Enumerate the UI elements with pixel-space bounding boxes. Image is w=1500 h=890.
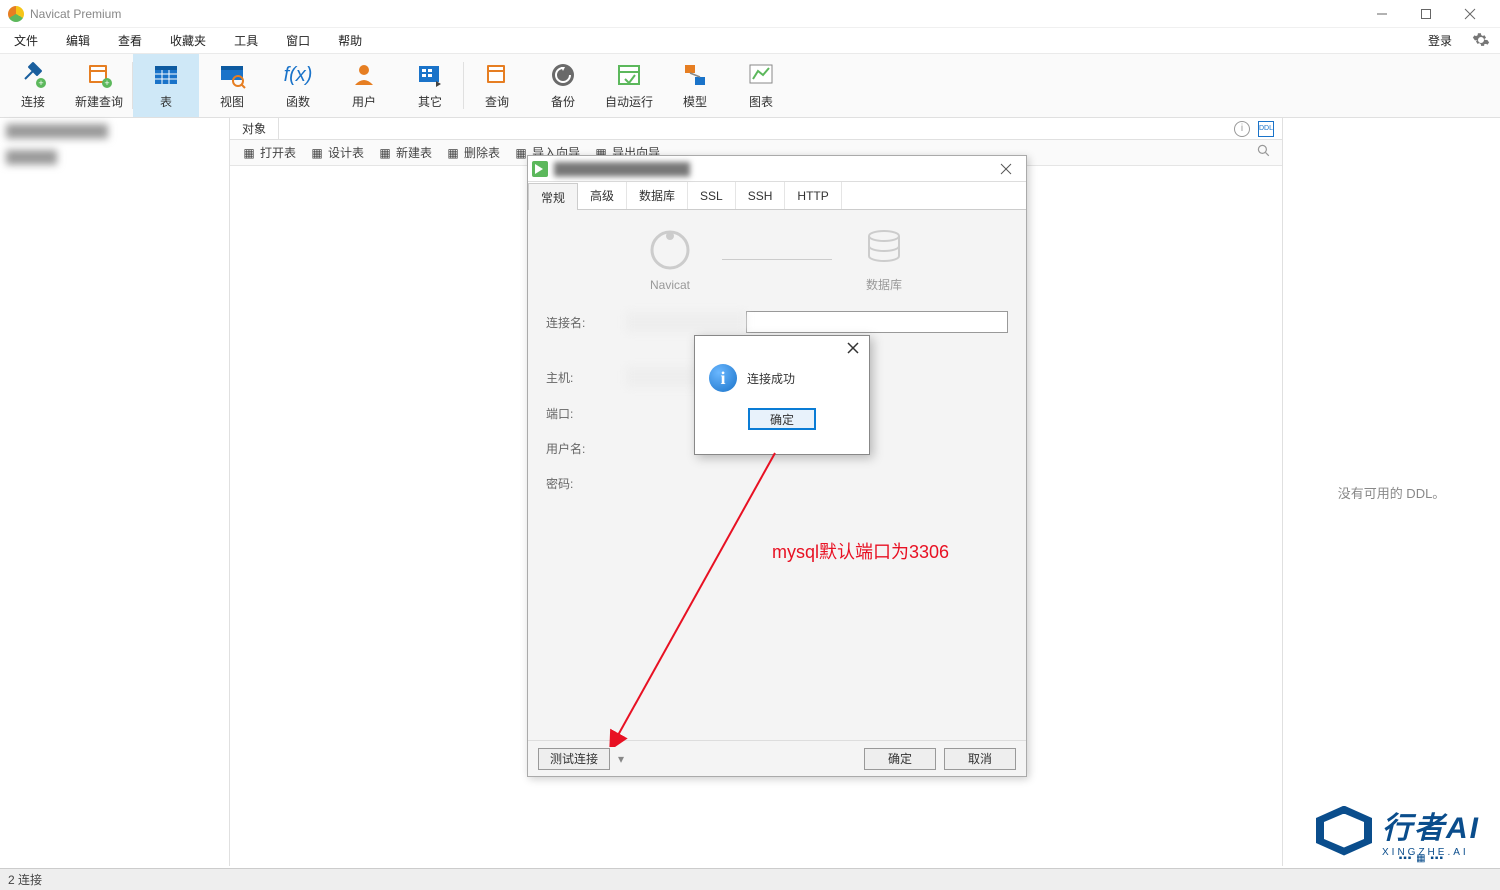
dialog-cancel-button[interactable]: 取消	[944, 748, 1016, 770]
close-button[interactable]	[1448, 0, 1492, 28]
watermark-logo-icon	[1316, 806, 1372, 856]
menubar: 文件 编辑 查看 收藏夹 工具 窗口 帮助 登录	[0, 28, 1500, 54]
dtab-general[interactable]: 常规	[528, 183, 578, 210]
navicat-app-icon: Navicat	[648, 228, 692, 292]
label-port: 端口:	[546, 405, 626, 422]
search-icon[interactable]	[1256, 143, 1276, 163]
tb-auto[interactable]: 自动运行	[596, 54, 662, 117]
dtab-http[interactable]: HTTP	[785, 182, 841, 209]
connection-tree[interactable]: ████████████ ██████	[0, 118, 230, 866]
backup-icon	[549, 61, 577, 89]
titlebar: Navicat Premium	[0, 0, 1500, 28]
delete-table-icon: ▦	[446, 146, 460, 160]
ddl-icon[interactable]: DDL	[1258, 121, 1274, 137]
annotation-text: mysql默认端口为3306	[772, 538, 949, 564]
model-icon	[681, 61, 709, 89]
tb-view[interactable]: 视图	[199, 54, 265, 117]
watermark-main: 行者AI	[1382, 803, 1480, 847]
label-user: 用户名:	[546, 440, 626, 457]
tb-table[interactable]: 表	[133, 54, 199, 117]
tb-query[interactable]: 查询	[464, 54, 530, 117]
test-connection-button[interactable]: 测试连接	[538, 748, 610, 770]
newquery-icon: +	[85, 61, 113, 89]
object-tabbar: 对象 i DDL	[230, 118, 1282, 140]
svg-text:f(x): f(x)	[284, 64, 312, 86]
plug-icon: +	[19, 61, 47, 89]
info-icon[interactable]: i	[1234, 121, 1250, 137]
tb-other[interactable]: 其它	[397, 54, 463, 117]
dtab-ssh[interactable]: SSH	[736, 182, 786, 209]
dialog-titlebar: ████████████████	[528, 156, 1026, 182]
maximize-button[interactable]	[1404, 0, 1448, 28]
statusbar: 2 连接	[0, 868, 1500, 890]
auto-icon	[615, 61, 643, 89]
menu-view[interactable]: 查看	[104, 28, 156, 53]
watermark-pattern: ▪▪▪ ▦ ▪▪▪	[1399, 853, 1444, 864]
svg-text:+: +	[38, 78, 43, 88]
database-icon: 数据库	[862, 226, 906, 293]
menu-edit[interactable]: 编辑	[52, 28, 104, 53]
input-connection-name[interactable]	[746, 311, 1008, 333]
minimize-button[interactable]	[1360, 0, 1404, 28]
design-table-icon: ▦	[310, 146, 324, 160]
msgbox-close-button[interactable]	[843, 338, 863, 358]
app-logo-icon	[8, 6, 24, 22]
dtab-ssl[interactable]: SSL	[688, 182, 736, 209]
other-icon	[416, 61, 444, 89]
login-link[interactable]: 登录	[1414, 32, 1466, 49]
ddl-empty-text: 没有可用的 DDL。	[1338, 483, 1446, 502]
menu-favorites[interactable]: 收藏夹	[156, 28, 220, 53]
label-host: 主机:	[546, 369, 626, 386]
msgbox-success: i 连接成功 确定	[694, 335, 870, 455]
blurred-value	[626, 312, 746, 332]
ddl-panel: 没有可用的 DDL。	[1282, 118, 1500, 866]
connection-dialog: ████████████████ 常规 高级 数据库 SSL SSH HTTP …	[527, 155, 1027, 777]
blurred-dialog-title: ████████████████	[554, 162, 690, 176]
menu-file[interactable]: 文件	[0, 28, 52, 53]
gear-icon[interactable]	[1472, 31, 1492, 51]
new-table-icon: ▦	[378, 146, 392, 160]
menu-help[interactable]: 帮助	[324, 28, 376, 53]
chart-icon	[747, 61, 775, 89]
main-toolbar: +连接 +新建查询 表 视图 f(x)函数 用户 其它 查询 备份 自动运行 模…	[0, 54, 1500, 118]
tb-user[interactable]: 用户	[331, 54, 397, 117]
dialog-close-button[interactable]	[990, 159, 1022, 179]
menu-window[interactable]: 窗口	[272, 28, 324, 53]
import-icon: ▦	[514, 146, 528, 160]
query-icon	[483, 61, 511, 89]
tb-chart[interactable]: 图表	[728, 54, 794, 117]
dtab-advanced[interactable]: 高级	[578, 182, 627, 209]
object-tab[interactable]: 对象	[230, 118, 279, 139]
view-icon	[218, 61, 246, 89]
tb-model[interactable]: 模型	[662, 54, 728, 117]
user-icon	[350, 61, 378, 89]
msgbox-text: 连接成功	[747, 370, 795, 387]
tt-delete[interactable]: ▦删除表	[440, 144, 506, 161]
menu-tools[interactable]: 工具	[220, 28, 272, 53]
msgbox-ok-button[interactable]: 确定	[748, 408, 816, 430]
open-table-icon: ▦	[242, 146, 256, 160]
fx-icon: f(x)	[284, 61, 312, 89]
dialog-icon	[532, 161, 548, 177]
blurred-connection-item: ████████████	[0, 118, 229, 144]
tt-new[interactable]: ▦新建表	[372, 144, 438, 161]
app-title: Navicat Premium	[30, 7, 121, 21]
svg-text:+: +	[104, 78, 109, 88]
tb-function[interactable]: f(x)函数	[265, 54, 331, 117]
label-connection-name: 连接名:	[546, 314, 626, 331]
status-text: 2 连接	[8, 871, 42, 888]
tt-design[interactable]: ▦设计表	[304, 144, 370, 161]
label-pass: 密码:	[546, 475, 626, 492]
tb-connect[interactable]: +连接	[0, 54, 66, 117]
blurred-connection-item: ██████	[0, 144, 229, 170]
dialog-ok-button[interactable]: 确定	[864, 748, 936, 770]
watermark: 行者AI XINGZHE.AI	[1316, 803, 1480, 858]
tt-open[interactable]: ▦打开表	[236, 144, 302, 161]
dtab-database[interactable]: 数据库	[627, 182, 688, 209]
table-icon	[152, 61, 180, 89]
tb-backup[interactable]: 备份	[530, 54, 596, 117]
dialog-tabs: 常规 高级 数据库 SSL SSH HTTP	[528, 182, 1026, 210]
info-icon: i	[709, 364, 737, 392]
tb-newquery[interactable]: +新建查询	[66, 54, 132, 117]
